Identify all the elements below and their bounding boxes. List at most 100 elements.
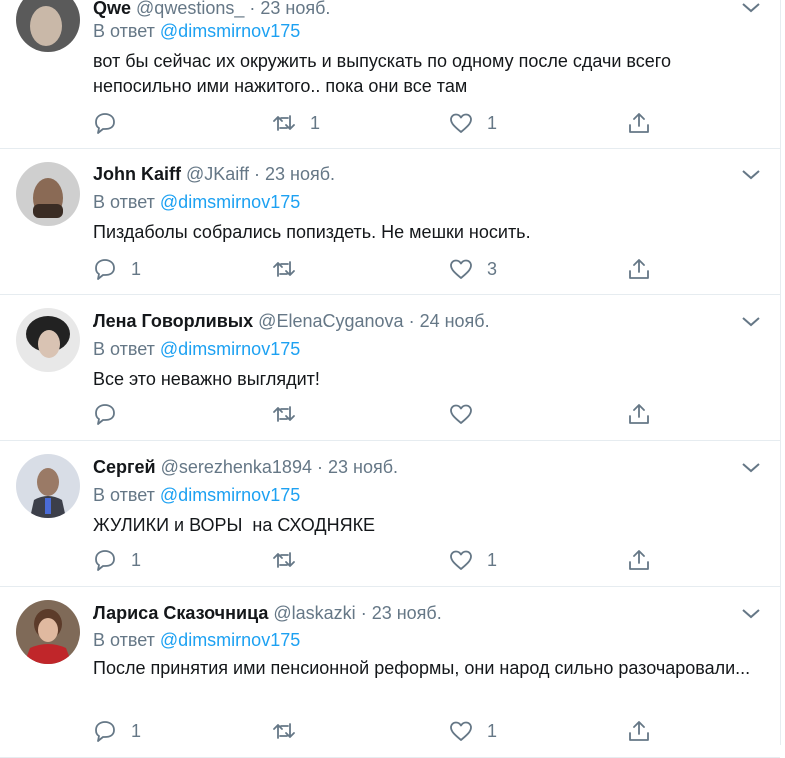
reply-label: В ответ [93,630,155,650]
tweet[interactable]: Лариса Сказочница @laskazki · 23 нояб. В… [0,587,780,758]
tweet-date[interactable]: 23 нояб. [260,0,330,18]
author-handle[interactable]: @qwestions_ [136,0,244,18]
tweet-text: вот бы сейчас их окружить и выпускать по… [93,51,671,96]
author-name[interactable]: Qwe [93,0,131,18]
reply-context: В ответ @dimsmirnov175 [93,485,300,506]
separator: · [360,603,367,623]
tweet-text: Пиздаболы собрались попиздеть. Не мешки … [93,222,531,242]
reply-label: В ответ [93,485,155,505]
reply-icon [95,721,115,742]
tweet-header: Лариса Сказочница @laskazki · 23 нояб. [93,603,442,624]
retweet-action[interactable] [272,402,310,426]
reply-label: В ответ [93,21,155,41]
tweet[interactable]: Qwe @qwestions_ · 23 нояб. В ответ @dims… [0,0,780,149]
like-action[interactable]: 3 [449,257,497,281]
avatar[interactable] [16,162,80,226]
reply-icon [95,550,115,571]
retweet-action[interactable]: 1 [272,111,320,135]
chevron-down-icon[interactable] [740,315,762,329]
tweet-header: John Kaiff @JKaiff · 23 нояб. [93,164,335,185]
retweet-icon [273,115,295,131]
avatar[interactable] [16,600,80,664]
share-action[interactable] [627,719,651,743]
reply-icon [95,113,115,134]
share-action[interactable] [627,111,651,135]
avatar[interactable] [16,0,80,52]
share-icon [629,404,649,424]
retweet-icon [273,552,295,568]
author-name[interactable]: John Kaiff [93,164,181,184]
reply-context: В ответ @dimsmirnov175 [93,630,300,651]
avatar[interactable] [16,308,80,372]
tweet-header: Лена Говорливых @ElenaCyganova · 24 нояб… [93,311,490,332]
mention-link[interactable]: @dimsmirnov175 [160,630,300,650]
tweet-date[interactable]: 23 нояб. [265,164,335,184]
mention-link[interactable]: @dimsmirnov175 [160,21,300,41]
chevron-down-icon[interactable] [740,168,762,182]
share-icon [629,259,649,279]
timeline-divider [780,0,781,745]
reply-label: В ответ [93,192,155,212]
tweet-date[interactable]: 23 нояб. [328,457,398,477]
retweet-action[interactable] [272,257,310,281]
mention-link[interactable]: @dimsmirnov175 [160,339,300,359]
retweet-action[interactable] [272,719,310,743]
author-name[interactable]: Лариса Сказочница [93,603,268,623]
share-icon [629,721,649,741]
tweet[interactable]: Лена Говорливых @ElenaCyganova · 24 нояб… [0,295,780,441]
reply-action[interactable] [93,402,131,426]
share-icon [629,550,649,570]
tweet-text: После принятия ими пенсионной реформы, о… [93,658,751,678]
author-handle[interactable]: @JKaiff [186,164,249,184]
like-action[interactable]: 1 [449,548,497,572]
author-handle[interactable]: @serezhenka1894 [161,457,312,477]
like-count: 1 [487,720,498,741]
reply-action[interactable]: 1 [93,719,141,743]
share-action[interactable] [627,402,651,426]
tweet[interactable]: Сергей @serezhenka1894 · 23 нояб. В отве… [0,441,780,587]
mention-link[interactable]: @dimsmirnov175 [160,485,300,505]
like-count: 3 [487,258,498,279]
reply-context: В ответ @dimsmirnov175 [93,21,300,42]
reply-context: В ответ @dimsmirnov175 [93,192,300,213]
tweet-text: ЖУЛИКИ и ВОРЫ на СХОДНЯКЕ [93,515,376,535]
like-action[interactable]: 1 [449,111,497,135]
reply-action[interactable]: 1 [93,257,141,281]
avatar[interactable] [16,454,80,518]
like-action[interactable] [449,402,487,426]
mention-link[interactable]: @dimsmirnov175 [160,192,300,212]
tweet[interactable]: John Kaiff @JKaiff · 23 нояб. В ответ @d… [0,149,780,295]
reply-icon [95,404,115,425]
chevron-down-icon[interactable] [740,607,762,621]
author-name[interactable]: Лена Говорливых [93,311,253,331]
retweet-action[interactable] [272,548,310,572]
chevron-down-icon[interactable] [740,461,762,475]
tweet-date[interactable]: 24 нояб. [420,311,490,331]
heart-icon [450,404,472,424]
reply-label: В ответ [93,339,155,359]
heart-icon [450,721,472,741]
reply-action[interactable] [93,111,131,135]
author-handle[interactable]: @ElenaCyganova [258,311,403,331]
reply-count: 1 [131,258,142,279]
retweet-icon [273,723,295,739]
tweet-header: Qwe @qwestions_ · 23 нояб. [93,0,330,19]
heart-icon [450,550,472,570]
separator: · [316,457,323,477]
retweet-icon [273,406,295,422]
like-action[interactable]: 1 [449,719,497,743]
like-count: 1 [487,112,498,133]
heart-icon [450,259,472,279]
retweet-icon [273,261,295,277]
reply-action[interactable]: 1 [93,548,141,572]
chevron-down-icon[interactable] [740,1,762,15]
reply-context: В ответ @dimsmirnov175 [93,339,300,360]
share-icon [629,113,649,133]
tweet-date[interactable]: 23 нояб. [372,603,442,623]
share-action[interactable] [627,257,651,281]
separator: · [254,164,260,184]
author-handle[interactable]: @laskazki [273,603,355,623]
heart-icon [450,113,472,133]
author-name[interactable]: Сергей [93,457,156,477]
share-action[interactable] [627,548,651,572]
